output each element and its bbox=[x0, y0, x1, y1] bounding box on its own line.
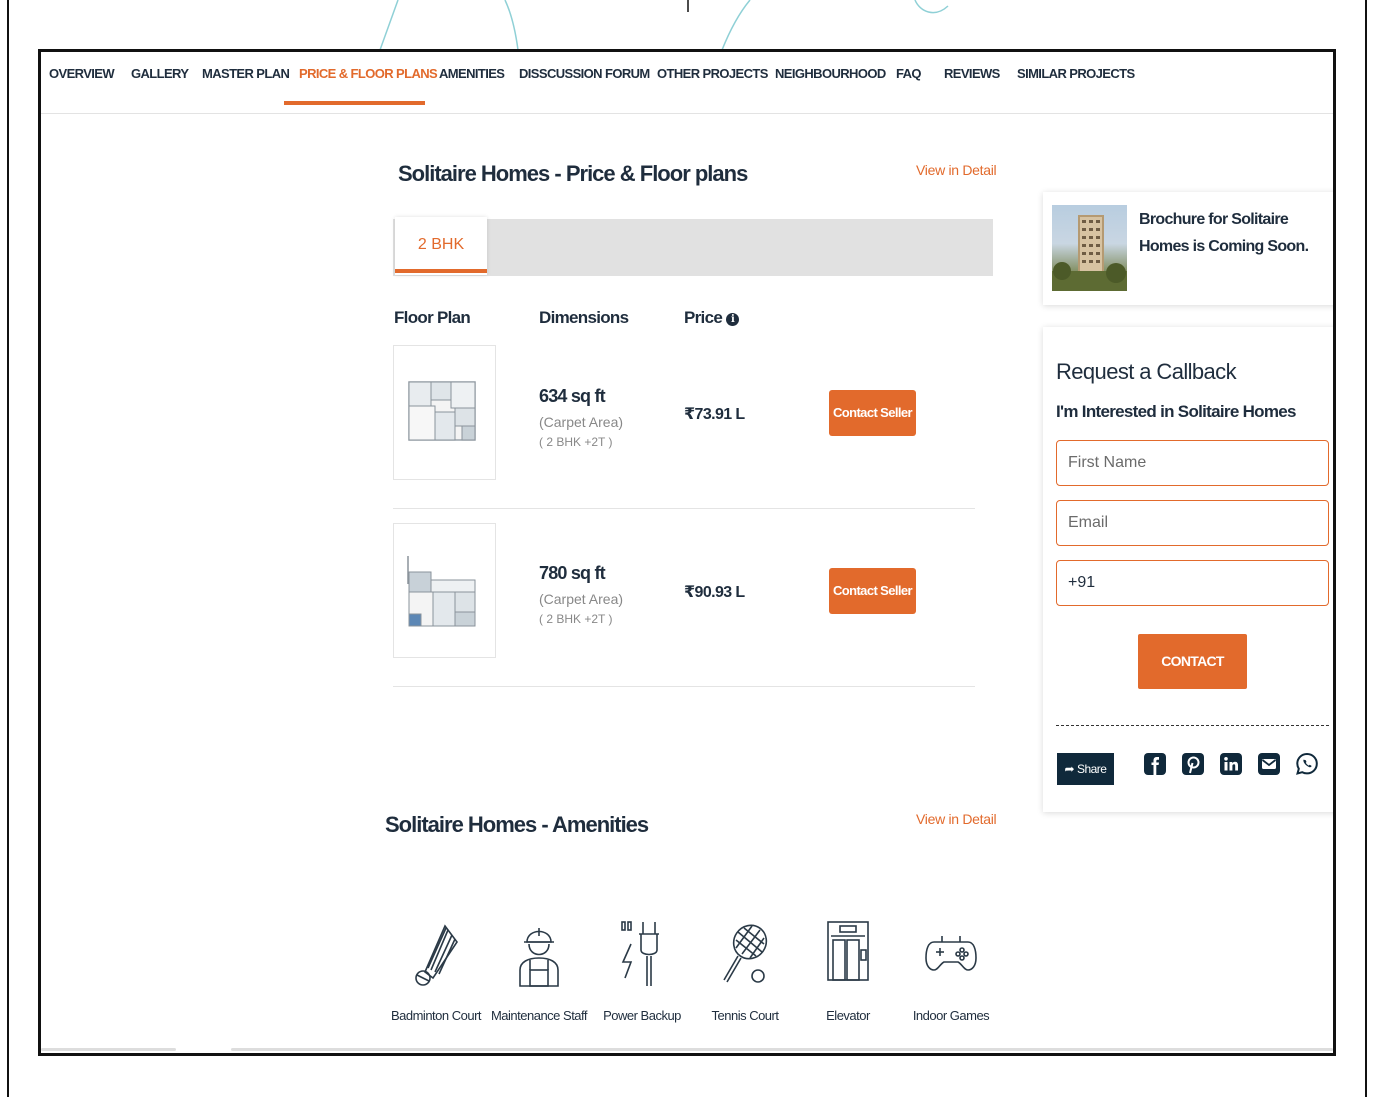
nav-faq[interactable]: FAQ bbox=[896, 52, 922, 106]
nav-similar-projects[interactable]: SIMILAR PROJECTS bbox=[1017, 52, 1135, 106]
nav-active-indicator bbox=[284, 101, 425, 105]
share-arrow-icon: ➦ bbox=[1064, 762, 1075, 776]
maintenance-staff-icon bbox=[519, 928, 559, 987]
unit-price: ₹73.91 L bbox=[684, 406, 745, 423]
unit-price: ₹90.93 L bbox=[684, 584, 745, 601]
building-graphic bbox=[1052, 215, 1127, 291]
email-icon[interactable] bbox=[1257, 752, 1281, 776]
info-icon[interactable]: i bbox=[726, 313, 740, 326]
bottom-scroll-edge bbox=[41, 1048, 1333, 1051]
col-price: Price i bbox=[684, 308, 740, 328]
area-type: (Carpet Area) bbox=[539, 414, 624, 430]
linkedin-icon[interactable] bbox=[1219, 752, 1243, 776]
dashed-divider bbox=[1056, 725, 1329, 726]
amenity-item: Maintenance Staff bbox=[489, 920, 589, 1025]
row-divider bbox=[393, 508, 975, 509]
floor-plan-image bbox=[407, 556, 476, 627]
first-name-field[interactable] bbox=[1056, 440, 1329, 486]
elevator-icon bbox=[827, 921, 869, 981]
share-button[interactable]: ➦ Share bbox=[1057, 753, 1114, 785]
col-price-label: Price bbox=[684, 308, 723, 327]
tab-active-indicator bbox=[395, 269, 487, 273]
nav-amenities[interactable]: AMENITIES bbox=[439, 52, 505, 106]
brochure-card: Brochure for Solitaire Homes is Coming S… bbox=[1043, 192, 1333, 305]
contact-seller-button[interactable]: Contact Seller bbox=[829, 390, 916, 436]
price-view-detail-link[interactable]: View in Detail bbox=[916, 162, 997, 178]
project-building-image bbox=[1052, 205, 1127, 291]
col-dimensions: Dimensions bbox=[539, 308, 629, 327]
floor-plan-thumbnail[interactable] bbox=[393, 345, 496, 480]
contact-seller-submit-button[interactable]: CONTACT SELLER bbox=[1138, 634, 1247, 724]
nav-overview[interactable]: OVERVIEW bbox=[49, 52, 115, 106]
section-nav: OVERVIEW GALLERY MASTER PLAN PRICE & FLO… bbox=[41, 52, 1333, 114]
row-divider bbox=[393, 686, 975, 687]
col-floor-plan: Floor Plan bbox=[394, 308, 471, 327]
power-backup-icon bbox=[621, 921, 659, 986]
phone-field[interactable] bbox=[1056, 560, 1329, 606]
nav-discussion-forum[interactable]: DISSCUSSION FORUM bbox=[519, 52, 650, 106]
amenities-view-detail-link[interactable]: View in Detail bbox=[916, 811, 997, 827]
amenity-label: Indoor Games bbox=[912, 1008, 990, 1023]
price-section-title: Solitaire Homes - Price & Floor plans bbox=[398, 161, 748, 186]
amenities-section-title: Solitaire Homes - Amenities bbox=[385, 812, 649, 837]
unit-config: ( 2 BHK +2T ) bbox=[539, 435, 613, 449]
tennis-court-icon bbox=[723, 924, 768, 983]
whatsapp-icon[interactable] bbox=[1295, 752, 1319, 776]
amenity-item: Badminton Court bbox=[386, 920, 486, 1025]
pinterest-icon[interactable] bbox=[1181, 752, 1205, 776]
contact-seller-button[interactable]: Contact Seller bbox=[829, 568, 916, 614]
callback-form-card: Request a Callback I'm Interested in Sol… bbox=[1043, 327, 1333, 812]
email-field[interactable] bbox=[1056, 500, 1329, 546]
floor-plan-image bbox=[408, 381, 476, 441]
area-value: 634 sq ft bbox=[539, 386, 606, 406]
callback-title: Request a Callback bbox=[1056, 359, 1237, 384]
nav-price-floor-plans[interactable]: PRICE & FLOOR PLANS bbox=[299, 52, 438, 106]
callback-subtitle: I'm Interested in Solitaire Homes bbox=[1056, 402, 1296, 421]
amenity-label: Elevator bbox=[826, 1008, 870, 1023]
area-value: 780 sq ft bbox=[539, 563, 606, 583]
nav-other-projects[interactable]: OTHER PROJECTS bbox=[657, 52, 768, 106]
amenity-label: Tennis Court bbox=[711, 1008, 779, 1023]
nav-reviews[interactable]: REVIEWS bbox=[944, 52, 1000, 106]
badminton-icon bbox=[415, 924, 458, 986]
tab-2bhk[interactable]: 2 BHK bbox=[395, 217, 487, 275]
amenity-item: Elevator bbox=[798, 920, 898, 1025]
amenity-item: Power Backup bbox=[592, 920, 692, 1025]
nav-gallery[interactable]: GALLERY bbox=[131, 52, 189, 106]
nav-master-plan[interactable]: MASTER PLAN bbox=[202, 52, 290, 106]
share-label: Share bbox=[1076, 762, 1107, 776]
amenity-item: Indoor Games bbox=[901, 920, 1001, 1025]
indoor-games-icon bbox=[925, 936, 977, 971]
amenity-item: Tennis Court bbox=[695, 920, 795, 1025]
project-page: OVERVIEW GALLERY MASTER PLAN PRICE & FLO… bbox=[38, 49, 1336, 1056]
facebook-icon[interactable] bbox=[1143, 752, 1167, 776]
amenity-label: Maintenance Staff bbox=[490, 1008, 588, 1023]
brochure-message: Brochure for Solitaire Homes is Coming S… bbox=[1139, 211, 1309, 255]
nav-neighbourhood[interactable]: NEIGHBOURHOOD bbox=[775, 52, 886, 106]
amenity-label: Power Backup bbox=[603, 1008, 681, 1023]
area-type: (Carpet Area) bbox=[539, 591, 624, 607]
floor-plan-thumbnail[interactable] bbox=[393, 523, 496, 658]
amenity-label: Badminton Court bbox=[390, 1008, 482, 1023]
unit-config: ( 2 BHK +2T ) bbox=[539, 612, 613, 626]
